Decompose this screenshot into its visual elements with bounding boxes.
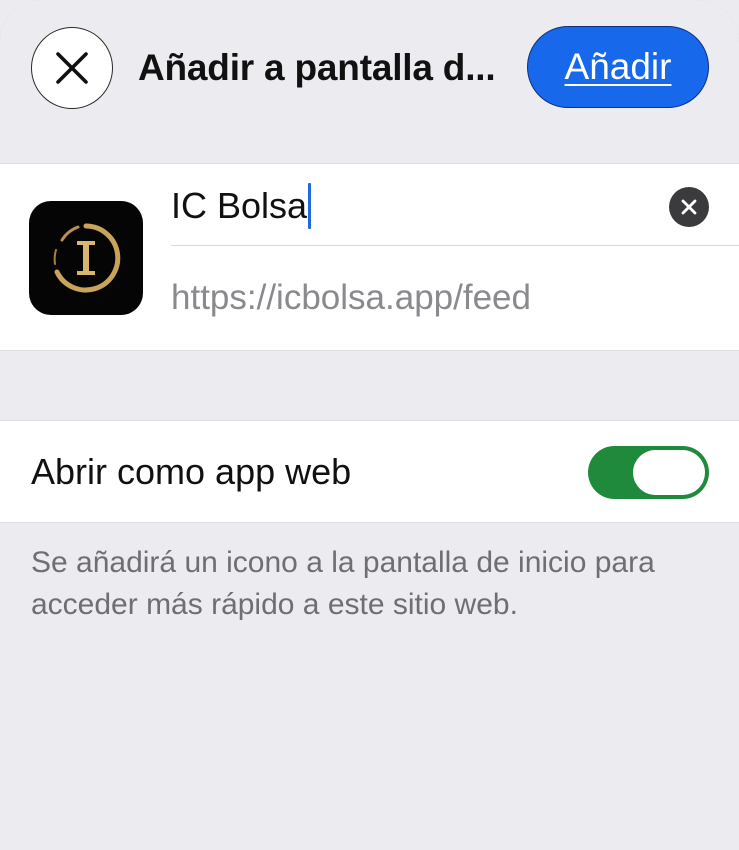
web-app-toggle-card: Abrir como app web (0, 420, 739, 523)
ic-bolsa-logo-icon (53, 223, 121, 293)
app-icon-preview (29, 201, 143, 315)
sheet-header: Añadir a pantalla d... Añadir (0, 0, 739, 136)
close-button[interactable] (31, 27, 113, 109)
add-to-home-sheet: Añadir a pantalla d... Añadir IC Bolsa h… (0, 0, 739, 850)
text-caret (308, 183, 312, 229)
home-screen-footnote: Se añadirá un icono a la pantalla de ini… (31, 546, 655, 621)
bookmark-name-value: IC Bolsa (171, 185, 308, 226)
toggle-knob (633, 450, 705, 495)
open-as-web-app-label: Abrir como app web (31, 451, 352, 492)
clear-text-icon (681, 199, 697, 215)
add-button-label: Añadir (564, 46, 672, 87)
sheet-title: Añadir a pantalla d... (138, 47, 496, 88)
name-field-row: IC Bolsa (171, 164, 739, 246)
bookmark-info-card: IC Bolsa https://icbolsa.app/feed (0, 163, 739, 351)
bookmark-name-input[interactable]: IC Bolsa (171, 183, 312, 229)
clear-name-button[interactable] (669, 187, 709, 227)
add-button[interactable]: Añadir (527, 26, 709, 108)
close-icon (56, 52, 88, 84)
bookmark-url: https://icbolsa.app/feed (171, 278, 531, 317)
open-as-web-app-toggle[interactable] (588, 446, 709, 499)
